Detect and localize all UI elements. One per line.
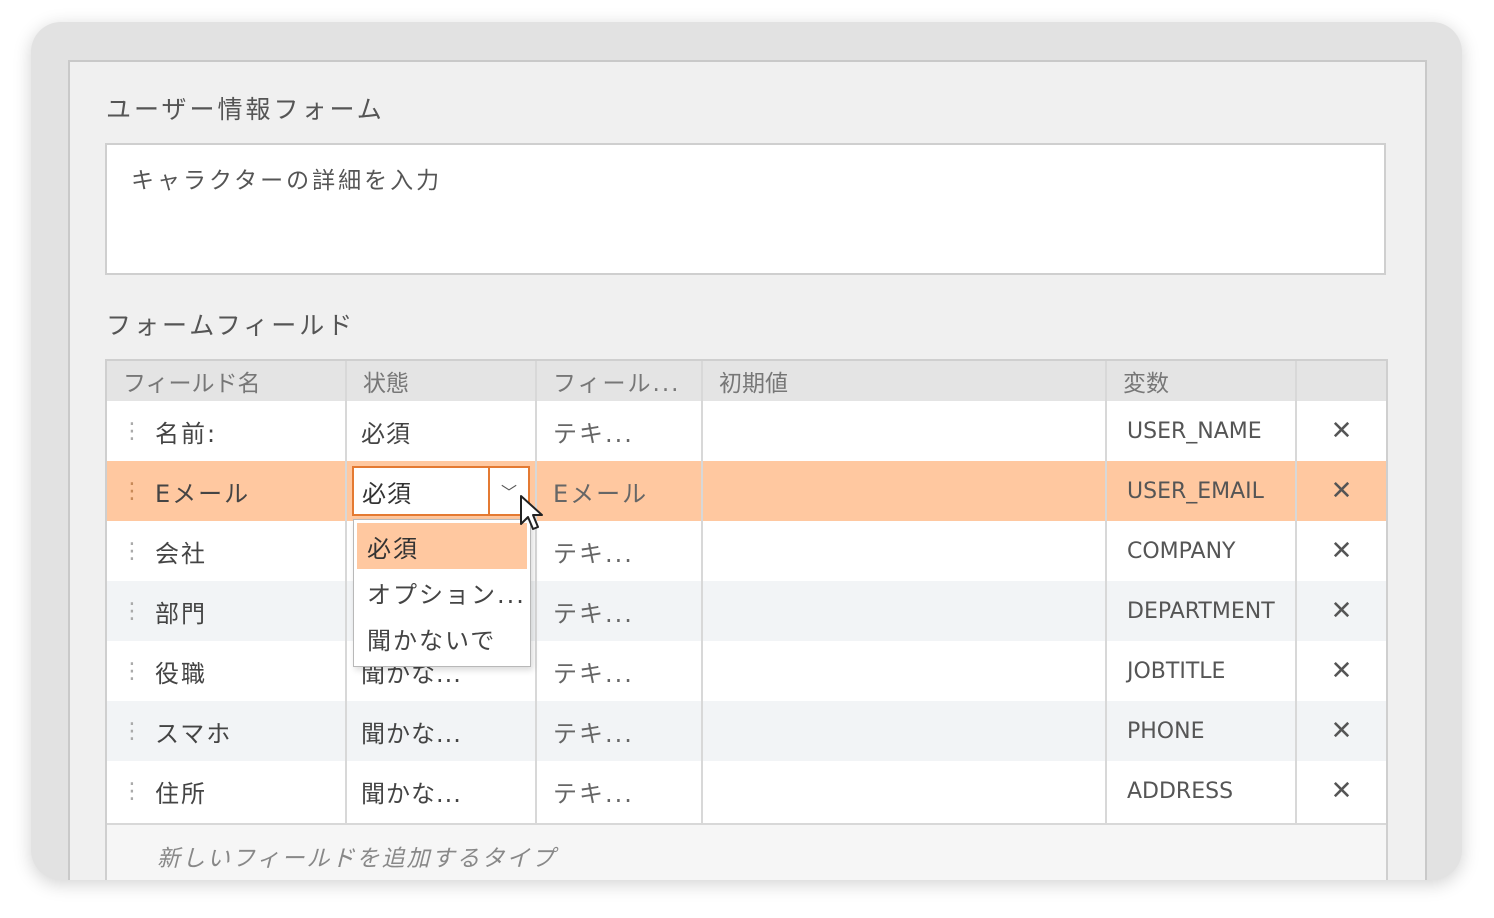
close-icon[interactable]: ✕: [1297, 641, 1386, 701]
field-initial-value[interactable]: [703, 701, 1107, 761]
close-icon[interactable]: ✕: [1297, 701, 1386, 761]
field-name: 会社: [155, 539, 207, 568]
mouse-pointer-icon: [520, 495, 543, 530]
description-field[interactable]: キャラクターの詳細を入力: [105, 143, 1386, 275]
header-field-name[interactable]: フィールド名: [107, 361, 347, 401]
dropdown-option-dont-ask[interactable]: 聞かないで: [357, 615, 527, 661]
field-variable[interactable]: USER_EMAIL: [1107, 461, 1297, 521]
drag-handle-icon[interactable]: ⋮: [121, 479, 155, 504]
field-name: 部門: [155, 599, 207, 628]
field-variable[interactable]: JOBTITLE: [1107, 641, 1297, 701]
close-icon[interactable]: ✕: [1297, 521, 1386, 581]
form-title: ユーザー情報フォーム: [106, 95, 385, 124]
field-variable[interactable]: USER_NAME: [1107, 401, 1297, 461]
column-divider: [701, 361, 703, 823]
status-select-value: 必須: [362, 479, 412, 508]
field-initial-value[interactable]: [703, 401, 1107, 461]
field-name: 役職: [155, 659, 207, 688]
close-icon[interactable]: ✕: [1297, 761, 1386, 821]
fields-table: フィールド名 状態 フィール... 初期値 変数 ⋮ 名前: 必須 テキ... U…: [105, 359, 1388, 880]
table-header: フィールド名 状態 フィール... 初期値 変数: [107, 361, 1386, 401]
field-initial-value[interactable]: [703, 521, 1107, 581]
field-initial-value[interactable]: [703, 641, 1107, 701]
field-type[interactable]: テキ...: [537, 521, 703, 581]
field-initial-value[interactable]: [703, 761, 1107, 821]
app-window: ユーザー情報フォーム キャラクターの詳細を入力 フォームフィールド フィールド名…: [31, 22, 1462, 880]
table-row[interactable]: ⋮ 役職 聞かな... テキ... JOBTITLE ✕: [107, 641, 1386, 701]
header-field-type[interactable]: フィール...: [537, 361, 703, 401]
header-initial-value[interactable]: 初期値: [703, 361, 1107, 401]
column-divider: [1295, 361, 1297, 823]
field-name: 住所: [155, 779, 207, 808]
field-status[interactable]: 必須: [361, 414, 411, 449]
column-divider: [345, 361, 347, 823]
field-name: 名前:: [155, 419, 218, 448]
drag-handle-icon[interactable]: ⋮: [121, 719, 155, 744]
form-editor-panel: ユーザー情報フォーム キャラクターの詳細を入力 フォームフィールド フィールド名…: [68, 60, 1427, 880]
table-row[interactable]: ⋮ スマホ 聞かな... テキ... PHONE ✕: [107, 701, 1386, 761]
field-variable[interactable]: PHONE: [1107, 701, 1297, 761]
field-type[interactable]: Eメール: [537, 461, 703, 521]
drag-handle-icon[interactable]: ⋮: [121, 659, 155, 684]
field-status[interactable]: 聞かな...: [361, 714, 462, 749]
drag-handle-icon[interactable]: ⋮: [121, 779, 155, 804]
field-status[interactable]: 聞かな...: [361, 774, 462, 809]
field-type[interactable]: テキ...: [537, 581, 703, 641]
drag-handle-icon[interactable]: ⋮: [121, 419, 155, 444]
dropdown-option-optional[interactable]: オプション...: [357, 569, 527, 615]
fields-section-label: フォームフィールド: [106, 311, 356, 340]
field-variable[interactable]: ADDRESS: [1107, 761, 1297, 821]
table-row[interactable]: ⋮ 部門 テキ... DEPARTMENT ✕: [107, 581, 1386, 641]
close-icon[interactable]: ✕: [1297, 461, 1386, 521]
field-type[interactable]: テキ...: [537, 701, 703, 761]
field-type[interactable]: テキ...: [537, 761, 703, 821]
status-select[interactable]: 必須 ﹀: [352, 466, 530, 516]
header-actions: [1297, 361, 1386, 401]
close-icon[interactable]: ✕: [1297, 581, 1386, 641]
field-type[interactable]: テキ...: [537, 641, 703, 701]
table-row[interactable]: ⋮ 名前: 必須 テキ... USER_NAME ✕: [107, 401, 1386, 461]
table-row[interactable]: ⋮ 住所 聞かな... テキ... ADDRESS ✕: [107, 761, 1386, 821]
field-name: Eメール: [155, 479, 251, 508]
field-variable[interactable]: COMPANY: [1107, 521, 1297, 581]
field-variable[interactable]: DEPARTMENT: [1107, 581, 1297, 641]
header-variable[interactable]: 変数: [1107, 361, 1297, 401]
dropdown-option-required[interactable]: 必須: [357, 523, 527, 569]
close-icon[interactable]: ✕: [1297, 401, 1386, 461]
field-initial-value[interactable]: [703, 461, 1107, 521]
table-row-selected[interactable]: ⋮ Eメール 必須 ﹀ Eメール USER_EMAIL ✕: [107, 461, 1386, 521]
drag-handle-icon[interactable]: ⋮: [121, 539, 155, 564]
status-dropdown-menu: 必須 オプション... 聞かないで: [353, 519, 531, 667]
table-row[interactable]: ⋮ 会社 テキ... COMPANY ✕: [107, 521, 1386, 581]
column-divider: [1105, 361, 1107, 823]
drag-handle-icon[interactable]: ⋮: [121, 599, 155, 624]
field-name: スマホ: [155, 719, 233, 748]
header-status[interactable]: 状態: [347, 361, 537, 401]
column-divider: [535, 361, 537, 823]
field-type[interactable]: テキ...: [537, 401, 703, 461]
field-initial-value[interactable]: [703, 581, 1107, 641]
add-field-input[interactable]: 新しいフィールドを追加するタイプ: [107, 823, 1386, 880]
